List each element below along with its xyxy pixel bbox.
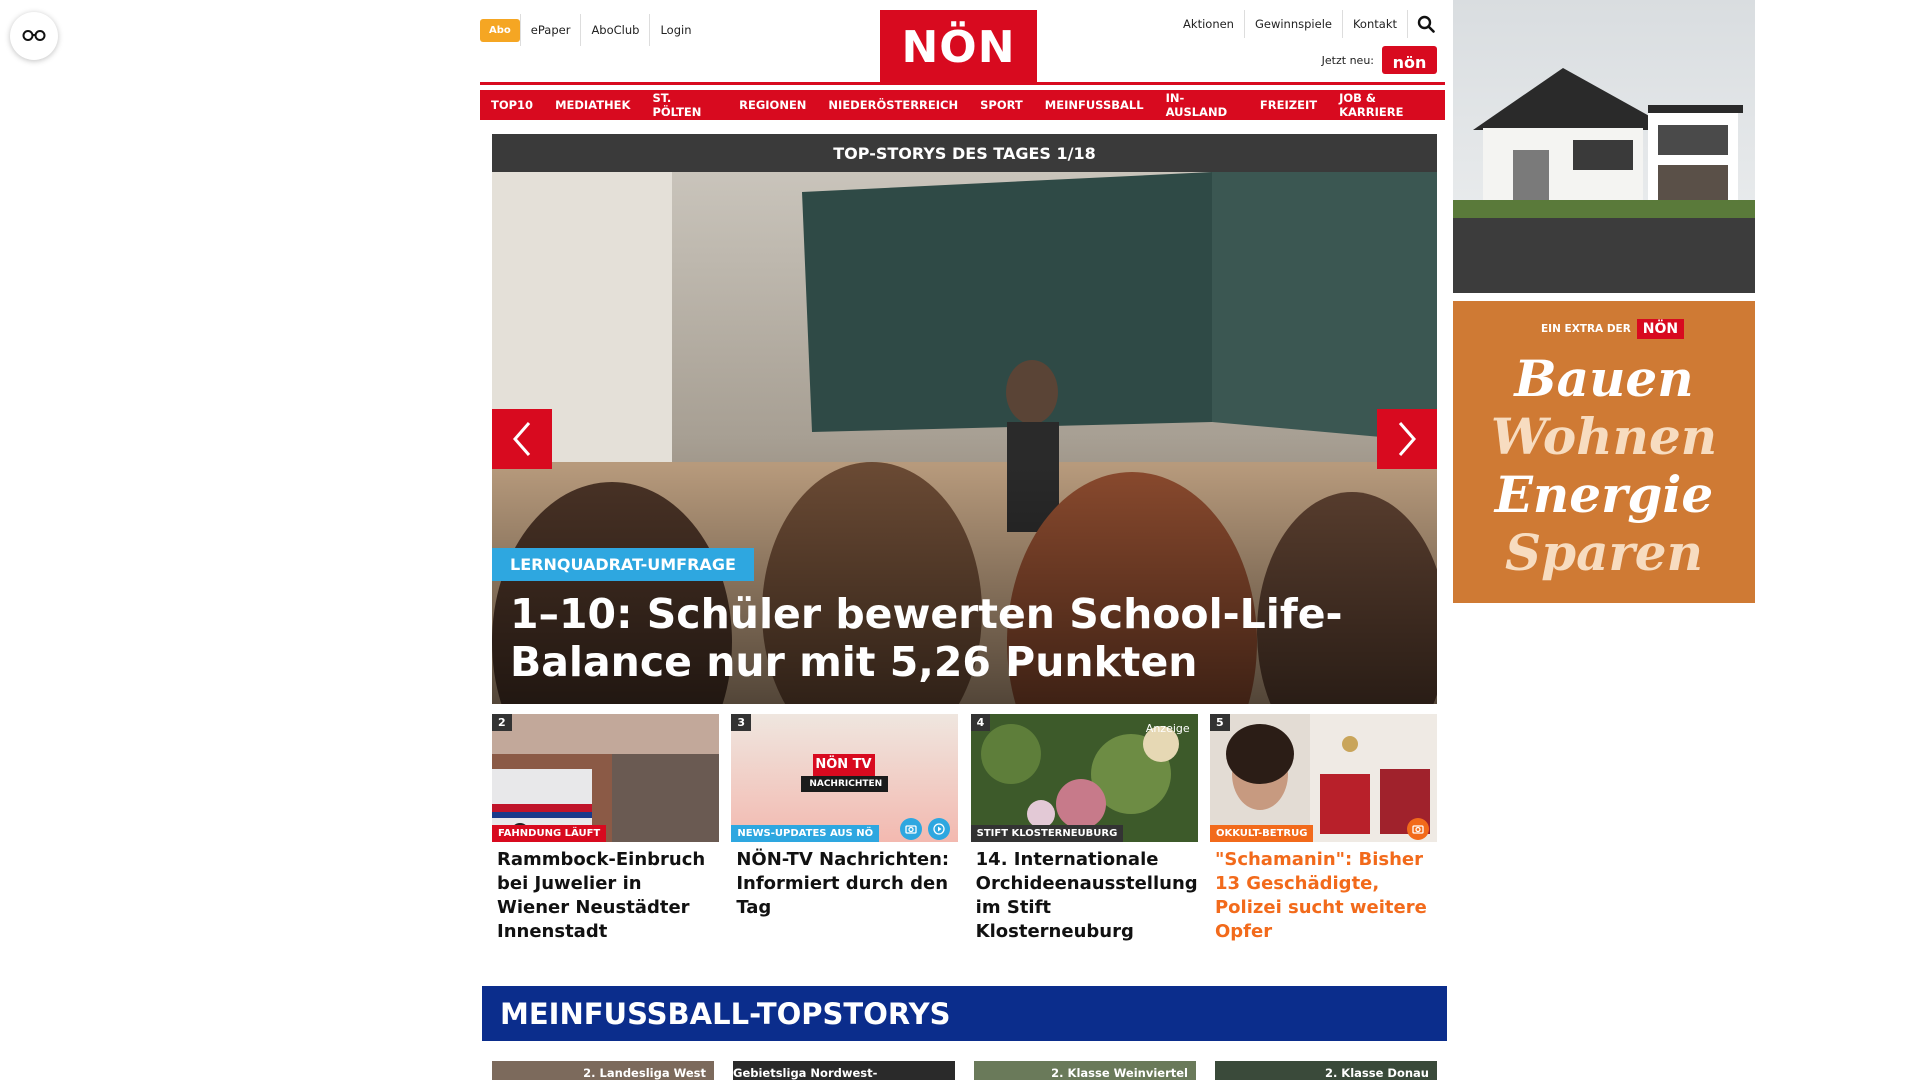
kontakt-link[interactable]: Kontakt [1343,10,1408,38]
ad-line-wohnen: Wohnen [1490,407,1718,466]
story-title[interactable]: "Schamanin": Bisher 13 Geschädigte, Poli… [1210,848,1437,944]
aktionen-link[interactable]: Aktionen [1173,10,1245,38]
story-card[interactable]: 2 FAHNDUNG LÄUFT Rammbock-Einbruch bei J… [492,714,719,944]
header-divider [480,82,1445,85]
nav-item-freizeit[interactable]: FREIZEIT [1248,90,1329,120]
ad-house-image [1453,0,1755,293]
story-number: 3 [731,714,751,731]
camera-icon [1406,818,1429,840]
hero-tag[interactable]: LERNQUADRAT-UMFRAGE [492,548,754,581]
aboclub-link[interactable]: AboClub [580,14,649,46]
ad-line-sparen: Sparen [1505,523,1703,582]
meinfussball-heading[interactable]: MEINFUSSBALL-TOPSTORYS [482,986,1447,1041]
search-icon[interactable] [1412,10,1440,38]
chevron-right-icon [1398,422,1416,456]
main-nav: TOP10 MEDIATHEK ST. PÖLTEN REGIONEN NIED… [480,90,1445,120]
story-card[interactable]: 5 OKKULT-BETRUG "Schamanin": Bisher 13 G… [1209,714,1437,944]
logo-text: NÖN [901,21,1016,73]
story-image [731,714,959,842]
glasses-icon [22,30,46,41]
nav-item-st-poelten[interactable]: ST. PÖLTEN [641,90,729,120]
nav-item-top10[interactable]: TOP10 [480,90,545,120]
hero-story[interactable]: LERNQUADRAT-UMFRAGE 1–10: Schüler bewert… [492,172,1437,704]
nav-item-regionen[interactable]: REGIONEN [728,90,818,120]
gewinnspiele-link[interactable]: Gewinnspiele [1245,10,1343,38]
hero-title[interactable]: 1–10: Schüler bewerten School-Life-Balan… [510,590,1370,686]
ad-extra-label: EIN EXTRA DER NÖN [1541,319,1685,339]
ad-line-bauen: Bauen [1514,349,1694,408]
mf-thumb[interactable]: Gebietsliga Nordwest-Waldviertel [733,1061,955,1080]
nav-item-in-ausland[interactable]: IN-AUSLAND [1154,90,1249,120]
header-right-links: Aktionen Gewinnspiele Kontakt [1173,10,1440,38]
abo-button[interactable]: Abo [480,18,520,42]
nav-item-job-karriere[interactable]: JOB & KARRIERE [1328,90,1445,120]
story-thumbnail: 4 Anzeige STIFT KLOSTERNEUBURG [970,714,1198,842]
nav-item-mediathek[interactable]: MEDIATHEK [544,90,642,120]
meinfussball-thumbs: 2. Landesliga West Gebietsliga Nordwest-… [492,1061,1437,1080]
story-tag: FAHNDUNG LÄUFT [492,825,607,842]
nav-item-niederoesterreich[interactable]: NIEDERÖSTERREICH [817,90,970,120]
tv-logo-text: NÖN TV [815,757,872,772]
story-title[interactable]: 14. Internationale Orchideenausstellung … [971,848,1198,944]
top-stories-heading: TOP-STORYS DES TAGES 1/18 [492,134,1437,172]
ad-label: Anzeige [1145,722,1190,735]
story-thumbnail: 2 FAHNDUNG LÄUFT [492,714,719,842]
story-number: 2 [492,714,512,731]
story-thumbnail: 5 OKKULT-BETRUG [1209,714,1437,842]
story-card[interactable]: NÖN TV NACHRICHTEN 3 NEWS-UPDATES AUS NÖ… [731,714,959,944]
story-tiles: 2 FAHNDUNG LÄUFT Rammbock-Einbruch bei J… [492,714,1437,944]
nav-item-meinfussball[interactable]: MEINFUSSBALL [1033,90,1155,120]
ad-extra-brand: NÖN [1636,319,1685,339]
mf-thumb[interactable]: 2. Klasse Weinviertel [974,1061,1196,1080]
story-title[interactable]: NÖN-TV Nachrichten: Informiert durch den… [731,848,958,920]
mf-thumb-label: Gebietsliga Nordwest-Waldviertel [733,1066,878,1080]
login-link[interactable]: Login [649,14,701,46]
hero-next-button[interactable] [1377,409,1437,469]
story-tag: NEWS-UPDATES AUS NÖ [731,825,880,842]
story-thumbnail: NÖN TV NACHRICHTEN 3 NEWS-UPDATES AUS NÖ [731,714,959,842]
story-card[interactable]: 4 Anzeige STIFT KLOSTERNEUBURG 14. Inter… [970,714,1198,944]
hero-prev-button[interactable] [492,409,552,469]
mf-thumb[interactable]: 2. Landesliga West [492,1061,714,1080]
mf-thumb-label: 2. Landesliga West [583,1066,706,1080]
site-header: Abo ePaper AboClub Login NÖN Aktionen Ge… [480,0,1440,84]
story-image [492,714,719,842]
tv-sub-text: NACHRICHTEN [809,779,883,789]
story-tag: STIFT KLOSTERNEUBURG [970,825,1124,842]
header-left-links: Abo ePaper AboClub Login [480,14,702,46]
ad-extra-text: EIN EXTRA DER [1541,323,1631,335]
jetzt-neu[interactable]: Jetzt neu: nön [1322,46,1437,74]
story-tag: OKKULT-BETRUG [1209,825,1314,842]
ad-house-banner[interactable] [1453,0,1755,293]
ad-bauen-wohnen[interactable]: EIN EXTRA DER NÖN Bauen Wohnen Energie S… [1453,301,1755,603]
site-logo[interactable]: NÖN [880,10,1037,84]
reader-mode-button[interactable] [10,12,58,60]
story-number: 5 [1209,714,1230,731]
mf-thumb-label: 2. Klasse Weinviertel [1051,1066,1188,1080]
jetzt-label: Jetzt neu: [1321,53,1374,67]
mf-thumb-label: 2. Klasse Donau [1324,1066,1429,1080]
story-number: 4 [970,714,991,731]
chevron-left-icon [513,422,531,456]
nav-item-sport[interactable]: SPORT [969,90,1034,120]
story-title[interactable]: Rammbock-Einbruch bei Juwelier in Wiener… [492,848,719,944]
mf-thumb[interactable]: 2. Klasse Donau [1215,1061,1437,1080]
ad-line-energie: Energie [1494,465,1714,524]
story-image [1209,714,1437,842]
jetzt-badge: nön [1382,46,1437,74]
epaper-link[interactable]: ePaper [519,14,581,46]
